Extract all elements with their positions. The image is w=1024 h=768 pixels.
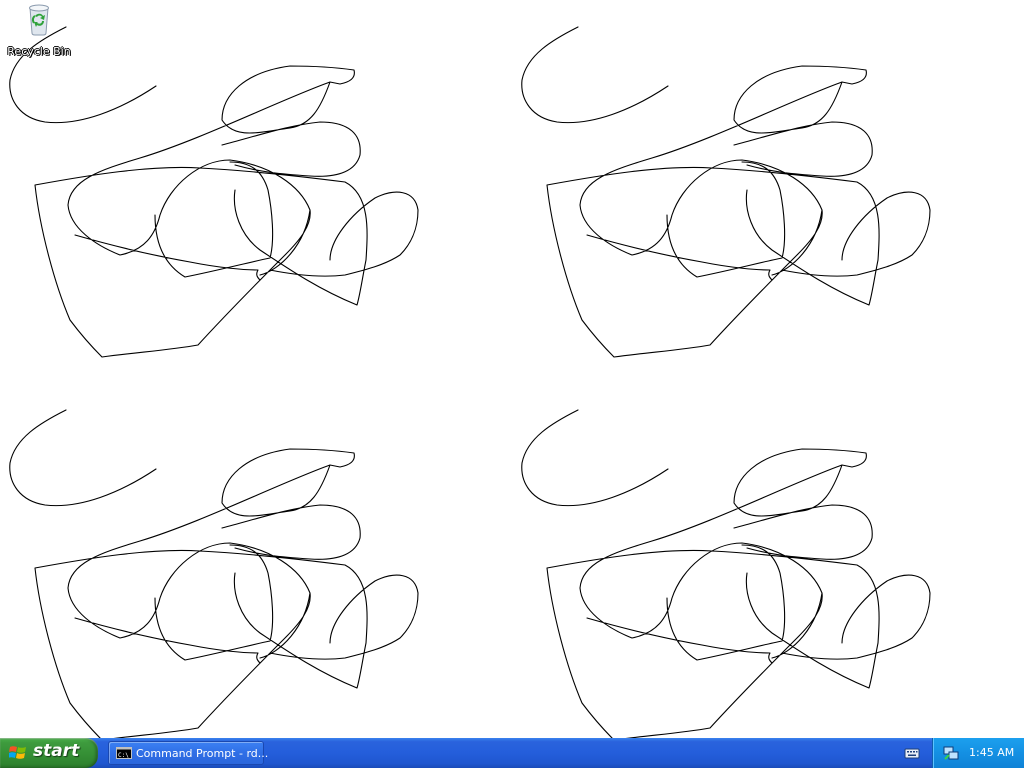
desktop-icon-recycle-bin[interactable]: Recycle Bin bbox=[4, 2, 74, 59]
desktop[interactable]: Recycle Bin bbox=[0, 0, 1024, 738]
svg-text:C:\: C:\ bbox=[118, 752, 129, 759]
start-button[interactable]: start bbox=[0, 738, 98, 768]
taskbar-button-label: Command Prompt - rd... bbox=[136, 747, 269, 760]
keyboard-icon[interactable] bbox=[904, 746, 920, 760]
desktop-icon-label: Recycle Bin bbox=[7, 45, 71, 58]
system-tray: 1:45 AM bbox=[932, 738, 1024, 768]
taskbar: start C:\ Command Prompt - rd... 1:45 AM bbox=[0, 738, 1024, 768]
clock[interactable]: 1:45 AM bbox=[969, 746, 1014, 759]
windows-logo-icon bbox=[9, 746, 26, 759]
start-label: start bbox=[33, 741, 80, 761]
command-prompt-icon: C:\ bbox=[116, 747, 132, 759]
network-icon[interactable] bbox=[943, 745, 959, 761]
scribble-drawing bbox=[9, 26, 931, 738]
recycle-bin-icon bbox=[29, 4, 49, 36]
taskbar-button-command-prompt[interactable]: C:\ Command Prompt - rd... bbox=[108, 741, 268, 765]
